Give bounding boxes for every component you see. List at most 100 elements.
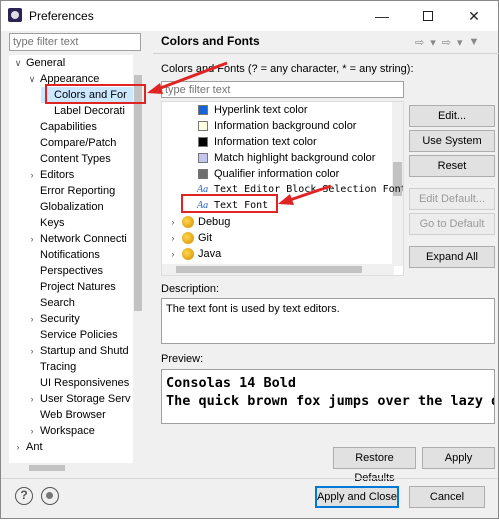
- chevron-down-icon[interactable]: ▾: [457, 36, 463, 49]
- help-icon[interactable]: ?: [15, 487, 33, 505]
- chevron-down-icon[interactable]: ▾: [430, 36, 436, 49]
- tree-item-label: Ant: [26, 441, 43, 453]
- tree-item[interactable]: › Network Connecti: [27, 231, 133, 247]
- highlight-box-colors-and-fonts: [45, 84, 146, 104]
- tree-item[interactable]: Tracing: [27, 359, 82, 375]
- tree-item-label: Perspectives: [40, 265, 103, 277]
- tree-item-label: Capabilities: [40, 121, 97, 133]
- tree-item[interactable]: Perspectives: [27, 263, 109, 279]
- color-swatch-icon: [198, 153, 208, 163]
- tree-item-label: Workspace: [40, 425, 95, 437]
- color-label: Qualifier information color: [214, 168, 340, 180]
- title-bar: Preferences — ✕: [1, 1, 498, 31]
- chevron-right-icon[interactable]: ›: [27, 311, 37, 327]
- tree-vertical-scrollbar[interactable]: [133, 55, 143, 473]
- colors-horizontal-scrollbar[interactable]: [162, 264, 394, 275]
- preview-line: The quick brown fox jumps over the lazy …: [166, 393, 495, 409]
- tree-item-label: Startup and Shutd: [40, 345, 129, 357]
- tree-item-label: Web Browser: [40, 409, 106, 421]
- color-label: Information background color: [214, 120, 357, 132]
- chevron-right-icon[interactable]: ›: [27, 423, 37, 439]
- tree-item[interactable]: Content Types: [27, 151, 117, 167]
- colors-fonts-tree[interactable]: Hyperlink text color Information backgrou…: [161, 101, 404, 276]
- cancel-button[interactable]: Cancel: [409, 486, 485, 508]
- edit-button[interactable]: Edit...: [409, 105, 495, 127]
- reset-button[interactable]: Reset: [409, 155, 495, 177]
- description-label: Description:: [161, 283, 220, 295]
- tree-item[interactable]: Error Reporting: [27, 183, 121, 199]
- chevron-right-icon[interactable]: ›: [168, 230, 178, 246]
- tree-item[interactable]: UI Responsivenes: [27, 375, 135, 391]
- tree-item[interactable]: Keys: [27, 215, 70, 231]
- menu-icon[interactable]: ▼: [469, 36, 480, 49]
- tree-item[interactable]: › Security: [27, 311, 86, 327]
- color-swatch-icon: [198, 169, 208, 179]
- apply-and-close-button[interactable]: Apply and Close: [315, 486, 399, 508]
- tree-item-label: Keys: [40, 217, 65, 229]
- tree-item-label: General: [26, 57, 66, 69]
- scrollbar-thumb[interactable]: [134, 75, 142, 311]
- chevron-right-icon[interactable]: ›: [13, 439, 23, 455]
- category-icon: [182, 216, 194, 228]
- description-text: The text font is used by text editors.: [161, 298, 495, 344]
- header-divider: [153, 53, 499, 54]
- chevron-right-icon[interactable]: ›: [27, 167, 37, 183]
- color-label: Information text color: [214, 136, 317, 148]
- preference-tree[interactable]: ∨ General ∨ Appearance Colors and For Label D…: [9, 55, 143, 473]
- colors-filter-input[interactable]: [161, 81, 404, 98]
- tree-horizontal-scrollbar[interactable]: [9, 463, 133, 473]
- edit-default-button[interactable]: Edit Default...: [409, 188, 495, 210]
- tree-item[interactable]: Project Natures: [27, 279, 122, 295]
- expand-all-button[interactable]: Expand All: [409, 246, 495, 268]
- category-label: Java: [198, 248, 222, 260]
- color-swatch-icon: [198, 137, 208, 147]
- chevron-right-icon[interactable]: ›: [168, 246, 178, 262]
- minimize-button[interactable]: —: [359, 1, 405, 31]
- tree-item-label: Error Reporting: [40, 185, 116, 197]
- chevron-right-icon[interactable]: ›: [168, 214, 178, 230]
- highlight-box-text-font: [181, 194, 278, 213]
- forward-arrow-icon[interactable]: ⇨: [442, 36, 451, 49]
- record-macro-icon[interactable]: [41, 487, 59, 505]
- tree-item-label: Network Connecti: [40, 233, 127, 245]
- window-title: Preferences: [29, 9, 94, 23]
- tree-item-label: Content Types: [40, 153, 111, 165]
- tree-item[interactable]: Label Decorati: [41, 103, 131, 119]
- page-title: Colors and Fonts: [161, 34, 260, 48]
- tree-item[interactable]: Globalization: [27, 199, 110, 215]
- use-system-font-button[interactable]: Use System Font: [409, 130, 495, 167]
- tree-item[interactable]: › User Storage Serv: [27, 391, 136, 407]
- go-to-default-button[interactable]: Go to Default: [409, 213, 495, 235]
- left-filter-input[interactable]: [9, 33, 141, 51]
- close-button[interactable]: ✕: [451, 1, 497, 31]
- history-nav: ⇨ ▾ ⇨ ▾ ▼: [415, 36, 479, 49]
- tree-item[interactable]: › Ant: [13, 439, 49, 455]
- tree-item-label: Project Natures: [40, 281, 116, 293]
- category-label: Git: [198, 232, 213, 244]
- chevron-right-icon[interactable]: ›: [27, 231, 37, 247]
- chevron-down-icon[interactable]: ∨: [13, 55, 23, 71]
- footer-divider: [1, 478, 498, 479]
- tree-item[interactable]: › Editors: [27, 167, 80, 183]
- back-arrow-icon[interactable]: ⇨: [415, 36, 424, 49]
- tree-item[interactable]: › Startup and Shutd: [27, 343, 135, 359]
- tree-item[interactable]: ∨ General: [13, 55, 71, 71]
- apply-button[interactable]: Apply: [422, 447, 495, 469]
- chevron-right-icon[interactable]: ›: [27, 391, 37, 407]
- chevron-right-icon[interactable]: ›: [27, 343, 37, 359]
- color-swatch-icon: [198, 121, 208, 131]
- tree-item[interactable]: › Workspace: [27, 423, 101, 439]
- scrollbar-thumb[interactable]: [176, 266, 362, 273]
- color-swatch-icon: [198, 105, 208, 115]
- tree-item[interactable]: Compare/Patch: [27, 135, 122, 151]
- tree-item[interactable]: Notifications: [27, 247, 106, 263]
- tree-item[interactable]: Capabilities: [27, 119, 103, 135]
- scrollbar-thumb[interactable]: [29, 465, 65, 471]
- maximize-button[interactable]: [405, 1, 451, 31]
- restore-defaults-button[interactable]: Restore Defaults: [333, 447, 416, 484]
- chevron-down-icon[interactable]: ∨: [27, 71, 37, 87]
- color-label: Match highlight background color: [214, 152, 376, 164]
- tree-item[interactable]: Web Browser: [27, 407, 112, 423]
- tree-item[interactable]: Service Policies: [27, 327, 124, 343]
- tree-item[interactable]: Search: [27, 295, 81, 311]
